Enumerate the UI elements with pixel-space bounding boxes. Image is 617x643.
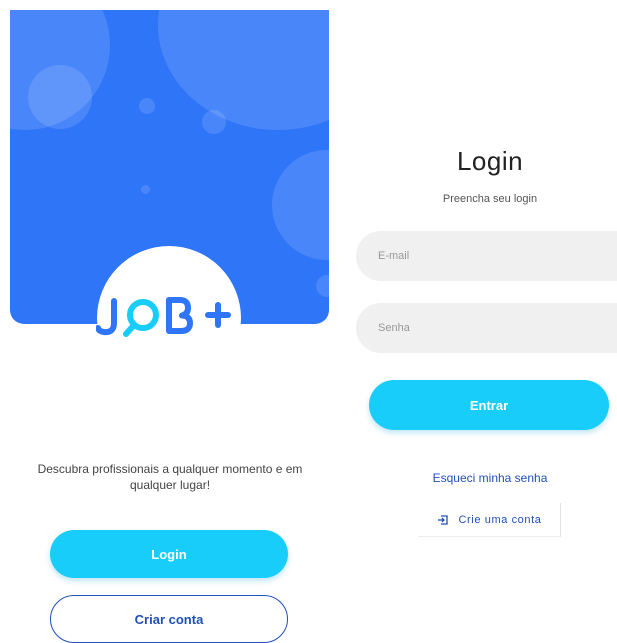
decor-bubble	[28, 65, 92, 129]
enter-button[interactable]: Entrar	[369, 380, 609, 430]
login-button[interactable]: Login	[50, 530, 288, 578]
jobplus-logo	[96, 297, 231, 337]
decor-bubble	[272, 150, 329, 260]
create-account-link[interactable]: Crie uma conta	[418, 503, 561, 537]
decor-bubble	[202, 110, 226, 134]
create-account-button[interactable]: Criar conta	[50, 595, 288, 643]
tagline: Descubra profissionais a qualquer moment…	[37, 462, 303, 492]
decor-bubble	[141, 185, 150, 194]
decor-bubble	[139, 98, 155, 114]
decor-bubble	[158, 10, 329, 130]
password-input[interactable]	[356, 303, 617, 353]
sign-in-icon	[437, 514, 449, 526]
email-input[interactable]	[356, 231, 617, 281]
page-subtitle: Preencha seu login	[442, 193, 538, 205]
page-title: Login	[456, 146, 524, 176]
forgot-password-link[interactable]: Esqueci minha senha	[380, 471, 600, 485]
decor-bubble	[316, 275, 329, 297]
create-account-label: Crie uma conta	[458, 513, 542, 526]
